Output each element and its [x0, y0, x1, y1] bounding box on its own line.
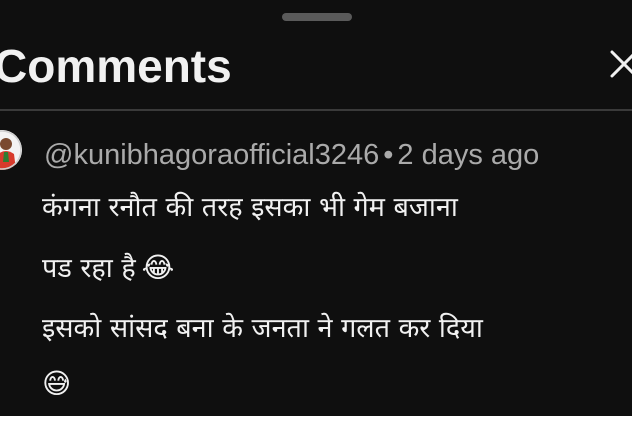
sheet-title: Comments	[0, 40, 232, 92]
laughing-tears-emoji-icon: 😂	[141, 251, 175, 284]
sweat-smile-emoji-icon: 😅	[42, 367, 72, 400]
close-button[interactable]	[608, 46, 632, 90]
comment-line: कंगना रनौत की तरह इसका भी गेम बजाना	[42, 188, 458, 228]
close-icon	[610, 50, 632, 78]
drag-handle[interactable]	[282, 13, 352, 21]
comment-line: पड रहा है 😂	[42, 248, 174, 289]
comment-line-text: पड रहा है	[42, 253, 136, 284]
comment-time: 2 days ago	[397, 139, 540, 171]
avatar[interactable]	[0, 130, 22, 170]
avatar-image	[0, 130, 22, 170]
comment-meta: @kunibhagoraofficial3246 • 2 days ago	[44, 137, 539, 173]
comment-line-text: इसको सांसद बना के जनता ने गलत कर दिया	[42, 313, 483, 344]
meta-separator: •	[383, 139, 394, 171]
comment-line: 😅	[42, 364, 71, 405]
comment-author[interactable]: @kunibhagoraofficial3246	[44, 139, 379, 171]
comment-line: इसको सांसद बना के जनता ने गलत कर दिया	[42, 309, 483, 349]
comments-sheet: Comments @kunibhagoraofficial3246 • 2 days…	[0, 0, 632, 416]
comment-line-text: कंगना रनौत की तरह इसका भी गेम बजाना	[42, 192, 458, 223]
divider	[0, 109, 632, 111]
